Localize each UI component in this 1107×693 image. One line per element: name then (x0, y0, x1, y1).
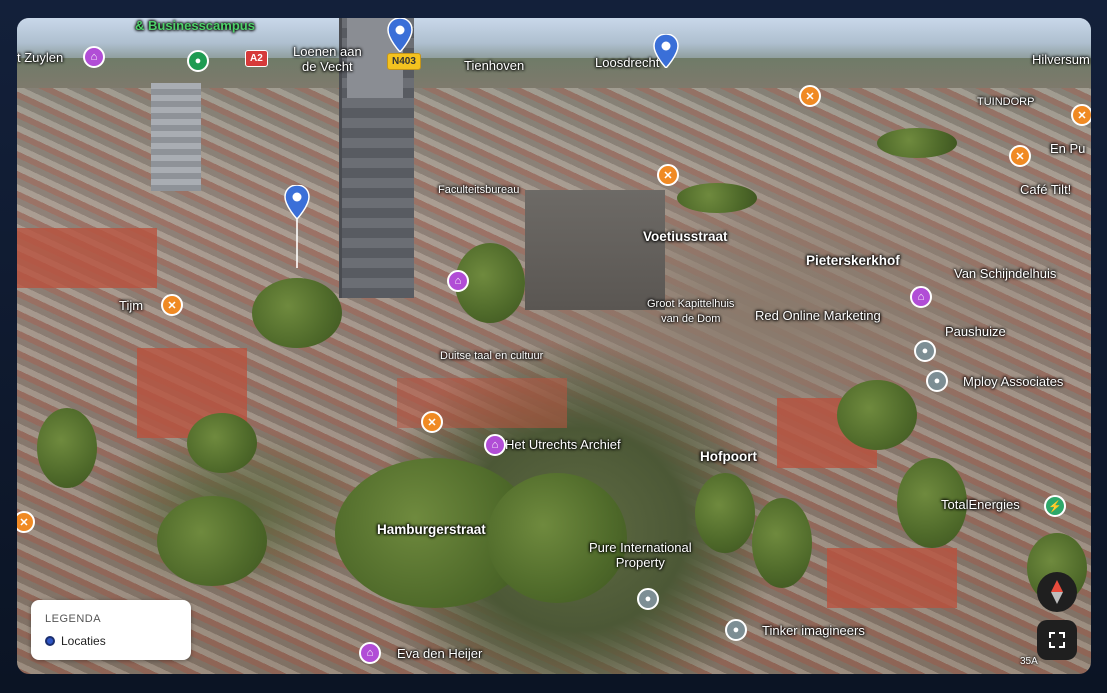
business-icon[interactable]: ● (914, 340, 936, 362)
place-label[interactable]: Red Online Marketing (755, 308, 881, 323)
place-label[interactable]: Het Utrechts Archief (505, 437, 621, 452)
museum-icon[interactable]: ⌂ (447, 270, 469, 292)
place-label[interactable]: Tijm (119, 298, 143, 313)
fullscreen-button[interactable] (1037, 620, 1077, 660)
museum-icon[interactable]: ⌂ (83, 46, 105, 68)
museum-icon[interactable]: ⌂ (910, 286, 932, 308)
place-label[interactable]: Groot Kapittelhuis van de Dom (647, 297, 734, 327)
street-label: Pieterskerkhof (806, 253, 900, 268)
place-label[interactable]: Faculteitsbureau (438, 183, 519, 198)
scenery-trees (487, 473, 627, 603)
scenery-trees (252, 278, 342, 348)
place-label[interactable]: TUINDORP (977, 95, 1034, 110)
legend-title: LEGENDA (45, 613, 102, 625)
road-shield-a2: A2 (245, 50, 268, 67)
place-label[interactable]: Pure International Property (589, 540, 692, 570)
business-icon[interactable]: ● (725, 619, 747, 641)
place-label[interactable]: t Zuylen (17, 50, 63, 65)
compass-button[interactable] (1037, 572, 1077, 612)
legend-dot-icon (45, 636, 55, 646)
restaurant-icon[interactable]: ✕ (161, 294, 183, 316)
place-label[interactable]: & Businesscampus (135, 18, 255, 33)
road-shield-n403: N403 (387, 53, 421, 70)
place-label[interactable]: En Pu (1050, 141, 1085, 156)
pin-stem (296, 218, 298, 268)
place-label[interactable]: Mploy Associates (963, 374, 1063, 389)
map-legend: LEGENDA Locaties (31, 600, 191, 660)
legend-item-label: Locaties (61, 634, 106, 648)
legend-item-locaties[interactable]: Locaties (45, 634, 106, 648)
restaurant-icon[interactable]: ✕ (1071, 104, 1091, 126)
place-label[interactable]: TotalEnergies (941, 497, 1020, 512)
scenery-trees (37, 408, 97, 488)
museum-icon[interactable]: ⌂ (484, 434, 506, 456)
restaurant-icon[interactable]: ✕ (421, 411, 443, 433)
restaurant-icon[interactable]: ✕ (657, 164, 679, 186)
restaurant-icon[interactable]: ✕ (799, 85, 821, 107)
scenery-trees (695, 473, 755, 553)
road-number: 35A (1020, 656, 1038, 667)
museum-icon[interactable]: ⌂ (359, 642, 381, 664)
scenery-trees (157, 496, 267, 586)
location-pin-icon[interactable] (284, 185, 310, 219)
place-label[interactable]: Eva den Heijer (397, 646, 482, 661)
scenery-highrise (151, 83, 201, 191)
map-3d-view[interactable]: A2 N403 35A & Businesscampus t Zuylen Lo… (17, 18, 1091, 674)
place-label[interactable]: Paushuize (945, 324, 1006, 339)
scenery-trees (677, 183, 757, 213)
restaurant-icon[interactable]: ✕ (1009, 145, 1031, 167)
restaurant-icon[interactable]: ✕ (17, 511, 35, 533)
place-label[interactable]: Duitse taal en cultuur (440, 349, 543, 364)
ev-charging-icon[interactable]: ⚡ (1044, 495, 1066, 517)
business-icon[interactable]: ● (637, 588, 659, 610)
scenery-roofs (17, 228, 157, 288)
business-icon[interactable]: ● (926, 370, 948, 392)
place-label[interactable]: Loosdrecht (595, 55, 659, 70)
street-label: Voetiusstraat (643, 229, 728, 244)
scenery-roofs (827, 548, 957, 608)
place-label[interactable]: Van Schijndelhuis (954, 266, 1056, 281)
location-pin-icon[interactable] (653, 34, 679, 68)
location-pin-icon[interactable] (387, 18, 413, 52)
street-label: Hamburgerstraat (377, 522, 486, 537)
scenery-church (525, 190, 665, 310)
street-label: Hofpoort (700, 449, 757, 464)
scenery-trees (187, 413, 257, 473)
fullscreen-icon (1049, 632, 1065, 648)
place-label[interactable]: Loenen aan de Vecht (293, 44, 362, 74)
scenery-trees (752, 498, 812, 588)
place-label[interactable]: Café Tilt! (1020, 182, 1071, 197)
place-label[interactable]: Tienhoven (464, 58, 524, 73)
compass-icon (1051, 580, 1063, 604)
place-label[interactable]: Hilversum (1032, 52, 1090, 67)
app-frame: A2 N403 35A & Businesscampus t Zuylen Lo… (0, 0, 1107, 693)
park-icon[interactable]: ● (187, 50, 209, 72)
scenery-trees (877, 128, 957, 158)
scenery-trees (837, 380, 917, 450)
place-label[interactable]: Tinker imagineers (762, 623, 865, 638)
